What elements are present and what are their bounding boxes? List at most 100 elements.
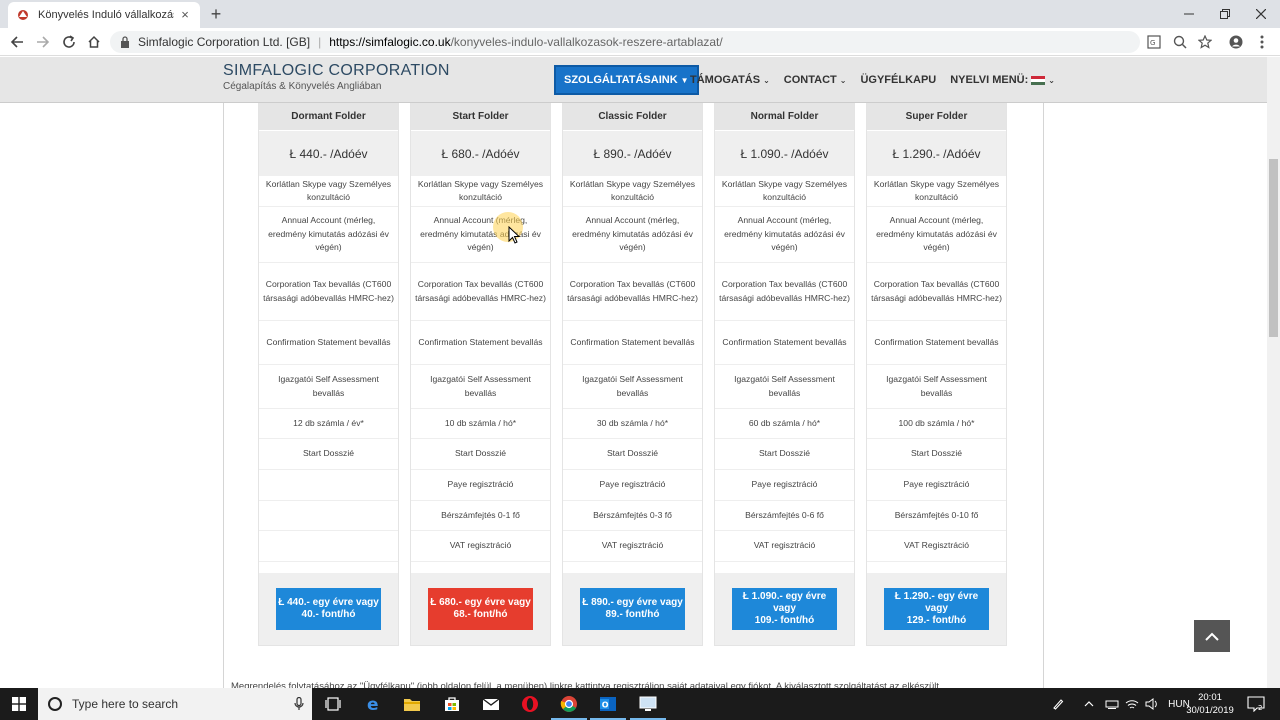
svg-text:O: O <box>602 701 609 710</box>
plan-feature: Confirmation Statement bevallás <box>259 321 398 365</box>
site-favicon-icon <box>18 10 28 20</box>
plan-feature: 12 db számla / év* <box>259 409 398 439</box>
order-plan-button[interactable]: Ł 440.- egy évre vagy 40.- font/hó <box>276 588 381 630</box>
plan-feature: VAT regisztráció <box>563 531 702 562</box>
opera-browser-icon[interactable] <box>518 692 542 716</box>
site-header: SIMFALOGIC CORPORATION Cégalapítás & Kön… <box>0 57 1280 103</box>
chrome-browser-icon[interactable] <box>551 692 587 720</box>
file-explorer-icon[interactable] <box>400 692 424 716</box>
minimize-icon[interactable] <box>1172 0 1206 28</box>
wifi-icon[interactable] <box>1122 699 1142 710</box>
screen-app-icon[interactable] <box>630 692 666 720</box>
plan-feature: Confirmation Statement bevallás <box>411 321 550 365</box>
edge-browser-icon[interactable]: e <box>362 692 386 716</box>
plan-feature: Bérszámfejtés 0-10 fő <box>867 501 1006 531</box>
plan-feature: Korlátlan Skype vagy Személyes konzultác… <box>563 176 702 207</box>
forward-icon[interactable] <box>32 32 54 52</box>
brand-subtitle: Cégalapítás & Könyvelés Angliában <box>223 81 382 92</box>
plan-feature: Annual Account (mérleg, eredmény kimutat… <box>259 207 398 263</box>
menu-item-szolgaltatasaink[interactable]: SZOLGÁLTATÁSAINK ▼ <box>554 65 699 95</box>
chevron-up-icon <box>1205 632 1219 641</box>
plan-feature: 30 db számla / hó* <box>563 409 702 439</box>
hungarian-flag-icon <box>1031 75 1046 85</box>
menu-item-ugyfelkapu[interactable]: ÜGYFÉLKAPU <box>853 57 943 103</box>
start-button[interactable] <box>0 688 38 720</box>
home-icon[interactable] <box>83 32 105 52</box>
reload-icon[interactable] <box>58 32 80 52</box>
plan-column: Start Folder Ł 680.- /Adóév Korlátlan Skyp… <box>410 103 551 646</box>
browser-tab[interactable]: Könyvelés Induló vállalkozások részére × <box>8 2 200 28</box>
order-button-line2: 89.- font/hó <box>605 609 660 620</box>
plan-feature: Paye regisztráció <box>867 470 1006 501</box>
order-button-line1: Ł 1.090.- egy évre vagy <box>742 591 827 614</box>
plan-feature: Korlátlan Skype vagy Személyes konzultác… <box>867 176 1006 207</box>
plan-price: Ł 1.290.- /Adóév <box>867 130 1006 176</box>
task-view-icon[interactable] <box>321 692 345 716</box>
clock-date: 30/01/2019 <box>1186 705 1234 716</box>
bookmark-star-icon[interactable] <box>1197 34 1213 50</box>
plan-feature: Annual Account (mérleg, eredmény kimutat… <box>867 207 1006 263</box>
translate-icon[interactable]: G <box>1146 34 1162 50</box>
chevron-down-icon: ⌄ <box>839 75 847 85</box>
order-button-label: Ł 680.- egy évre vagy 68.- font/hó <box>430 597 531 621</box>
back-icon[interactable] <box>6 32 28 52</box>
close-window-icon[interactable] <box>1244 0 1278 28</box>
plan-footer: Ł 1.090.- egy évre vagy 109.- font/hó <box>715 573 854 645</box>
network-icon[interactable] <box>1102 699 1122 709</box>
plan-feature: Start Dosszié <box>563 439 702 470</box>
plan-name: Super Folder <box>867 103 1006 130</box>
pen-icon[interactable] <box>1048 698 1068 710</box>
profile-icon[interactable] <box>1228 34 1244 50</box>
taskbar-search[interactable]: Type here to search <box>38 688 312 720</box>
url-host: https://simfalogic.co.uk <box>329 35 451 49</box>
plan-feature: VAT regisztráció <box>411 531 550 562</box>
site-identity: Simfalogic Corporation Ltd. [GB] <box>138 35 311 49</box>
zoom-icon[interactable] <box>1172 34 1188 50</box>
svg-text:e: e <box>367 695 379 713</box>
page-scrollbar[interactable] <box>1267 57 1280 688</box>
microphone-icon[interactable] <box>294 697 304 711</box>
order-plan-button[interactable]: Ł 890.- egy évre vagy 89.- font/hó <box>580 588 685 630</box>
plan-feature: Paye regisztráció <box>563 470 702 501</box>
secondary-menu: TÁMOGATÁS ⌄ CONTACT ⌄ ÜGYFÉLKAPU NYELVI ME… <box>683 57 1062 103</box>
volume-icon[interactable] <box>1142 698 1162 710</box>
menu-item-tamogatas[interactable]: TÁMOGATÁS ⌄ <box>683 57 777 103</box>
order-button-label: Ł 1.090.- egy évre vagy 109.- font/hó <box>732 591 837 627</box>
tab-close-icon[interactable]: × <box>178 8 192 22</box>
scrollbar-thumb[interactable] <box>1269 159 1278 337</box>
order-plan-button[interactable]: Ł 1.090.- egy évre vagy 109.- font/hó <box>732 588 837 630</box>
notifications-icon[interactable]: 2 <box>1244 692 1268 716</box>
plan-feature: Corporation Tax bevallás (CT600 társaság… <box>715 263 854 321</box>
taskbar-search-placeholder: Type here to search <box>72 697 179 711</box>
order-plan-button[interactable]: Ł 680.- egy évre vagy 68.- font/hó <box>428 588 533 630</box>
mail-icon[interactable] <box>479 692 503 716</box>
order-button-line2: 68.- font/hó <box>453 609 508 620</box>
chevron-up-icon[interactable] <box>1076 701 1102 707</box>
plan-name: Dormant Folder <box>259 103 398 130</box>
plan-feature: Igazgatói Self Assessment bevallás <box>715 365 854 409</box>
lock-icon <box>121 36 129 48</box>
plan-feature: Corporation Tax bevallás (CT600 társaság… <box>867 263 1006 321</box>
plan-footer: Ł 680.- egy évre vagy 68.- font/hó <box>411 573 550 645</box>
scroll-to-top-button[interactable] <box>1194 620 1230 652</box>
store-icon[interactable] <box>440 692 464 716</box>
address-bar[interactable]: Simfalogic Corporation Ltd. [GB] | https… <box>110 31 1140 53</box>
order-button-label: Ł 440.- egy évre vagy 40.- font/hó <box>278 597 379 621</box>
order-plan-button[interactable]: Ł 1.290.- egy évre vagy 129.- font/hó <box>884 588 989 630</box>
plan-feature: 10 db számla / hó* <box>411 409 550 439</box>
order-button-line1: Ł 890.- egy évre vagy <box>582 597 683 608</box>
windows-logo-icon <box>12 697 26 711</box>
restore-icon[interactable] <box>1208 0 1242 28</box>
menu-kebab-icon[interactable] <box>1254 34 1270 50</box>
plan-feature: Igazgatói Self Assessment bevallás <box>411 365 550 409</box>
menu-item-contact[interactable]: CONTACT ⌄ <box>777 57 854 103</box>
menu-item-nyelvi-menu[interactable]: NYELVI MENÜ: ⌄ <box>943 57 1062 103</box>
chevron-down-icon: ⌄ <box>1048 75 1055 85</box>
order-button-label: Ł 1.290.- egy évre vagy 129.- font/hó <box>884 591 989 627</box>
plan-feature: Start Dosszié <box>411 439 550 470</box>
outlook-icon[interactable]: O <box>590 692 626 720</box>
site-brand[interactable]: SIMFALOGIC CORPORATION Cégalapítás & Kön… <box>223 62 450 92</box>
new-tab-icon[interactable]: + <box>206 4 226 24</box>
taskbar-clock[interactable]: 20:01 30/01/2019 <box>1186 691 1234 717</box>
brand-name: SIMFALOGIC CORPORATION <box>223 62 450 79</box>
